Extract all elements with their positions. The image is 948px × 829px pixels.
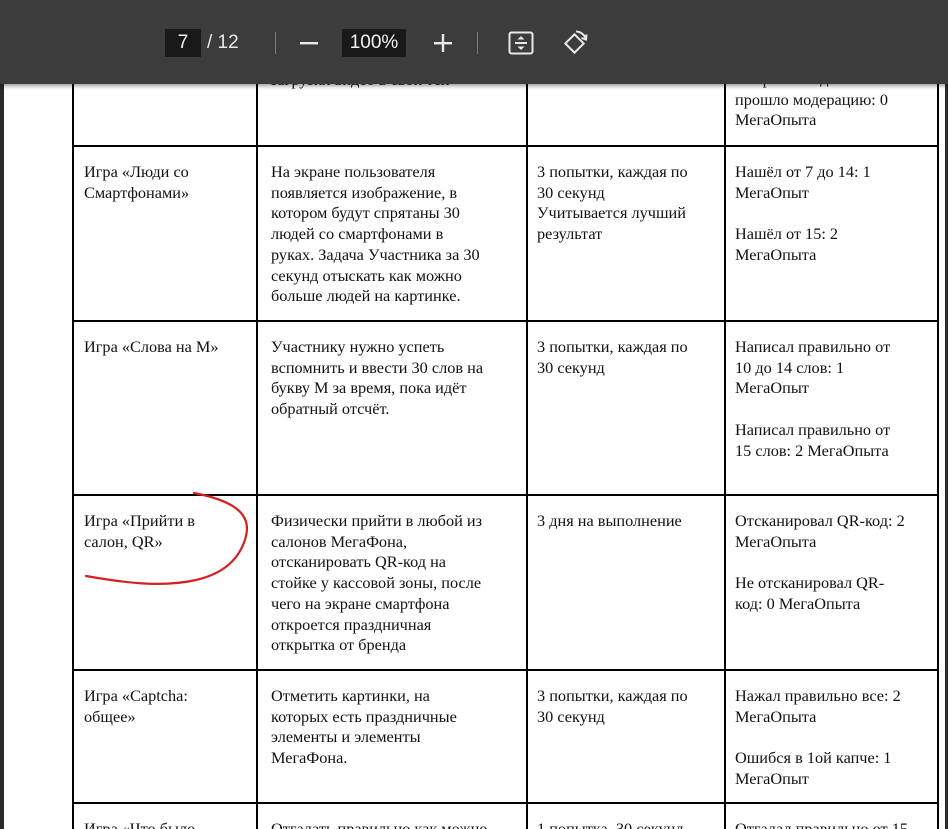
table-cell-description: На экране пользователя появляется изобра… (271, 162, 480, 306)
table-cell-reward: Не отсканировал QR- код: 0 МегаОпыта (735, 573, 885, 613)
table-cell-reward: Нашёл от 15: 2 МегаОпыта (735, 224, 839, 264)
table-cell-game-name: Игра «Что было (84, 819, 196, 829)
toolbar-divider (477, 32, 478, 54)
row-divider (72, 802, 939, 804)
table-cell-attempts: 3 дня на выполнение (537, 511, 682, 530)
table-border-col4 (724, 84, 726, 829)
zoom-out-icon (300, 42, 318, 45)
table-cell-attempts: 3 попытки, каждая по 30 секунд Учитывает… (537, 162, 688, 244)
row-divider (72, 320, 939, 322)
table-cell-reward: Нашёл от 7 до 14: 1 МегаОпыт (735, 162, 871, 202)
table-border-col2 (256, 84, 258, 829)
table-cell-reward: Нажал правильно все: 2 МегаОпыта (735, 686, 901, 726)
table-cell-reward: Написал правильно от 10 до 14 слов: 1 Ме… (735, 337, 891, 398)
page-number-input[interactable]: 7 (165, 29, 201, 57)
table-cell-game-name: Игра «Слова на М» (84, 337, 219, 356)
fit-to-page-icon (508, 31, 534, 55)
table-cell-reward: Отсканировал QR-код: 2 МегаОпыта (735, 511, 905, 551)
row-divider (72, 669, 939, 671)
zoom-in-icon (434, 34, 452, 52)
rotate-button[interactable] (559, 27, 591, 59)
table-cell-reward: Написал правильно от 15 слов: 2 МегаОпыт… (735, 420, 891, 460)
table-cell-game-name: Игра «Captcha: общее» (84, 686, 188, 726)
table-cell-reward: Ошибся в 1ой капче: 1 МегаОпыт (735, 748, 892, 788)
table-border-right (937, 84, 939, 829)
toolbar-divider (275, 32, 276, 54)
rotate-icon (563, 30, 588, 55)
zoom-out-button[interactable] (293, 27, 325, 59)
row-divider (72, 494, 939, 496)
page-margin-left (0, 84, 4, 829)
zoom-in-button[interactable] (427, 27, 459, 59)
table-cell-game-name: Игра «Прийти в салон, QR» (84, 511, 195, 551)
table-cell-game-name: Игра «Люди со Смартфонами» (84, 162, 190, 202)
zoom-level-input[interactable]: 100% (342, 29, 406, 57)
table-cell-description: Отметить картинки, на которых есть празд… (271, 686, 457, 768)
table-border-left (72, 84, 74, 829)
table-cell-reward: Отгадал правильно от 15 (735, 819, 908, 829)
table-cell-attempts: 1 попытка, 30 секунд (537, 819, 684, 829)
row-divider (72, 145, 939, 147)
table-border-col3 (526, 84, 528, 829)
table-cell-attempts: 3 попытки, каждая по 30 секунд (537, 686, 688, 726)
pdf-toolbar: 7 / 12 100% (0, 0, 948, 84)
table-cell-attempts: 3 попытки, каждая по 30 секунд (537, 337, 688, 377)
document-page: загрузил видео в свой тсп Отправил задан… (0, 0, 948, 829)
table-cell-description: Участнику нужно успеть вспомнить и ввест… (271, 337, 484, 419)
fit-to-page-button[interactable] (505, 27, 537, 59)
table-cell-description: Физически прийти в любой из салонов Мега… (271, 511, 483, 655)
table-cell-description: Отгадать правильно как можно (271, 819, 488, 829)
total-pages-label: / 12 (207, 32, 239, 53)
